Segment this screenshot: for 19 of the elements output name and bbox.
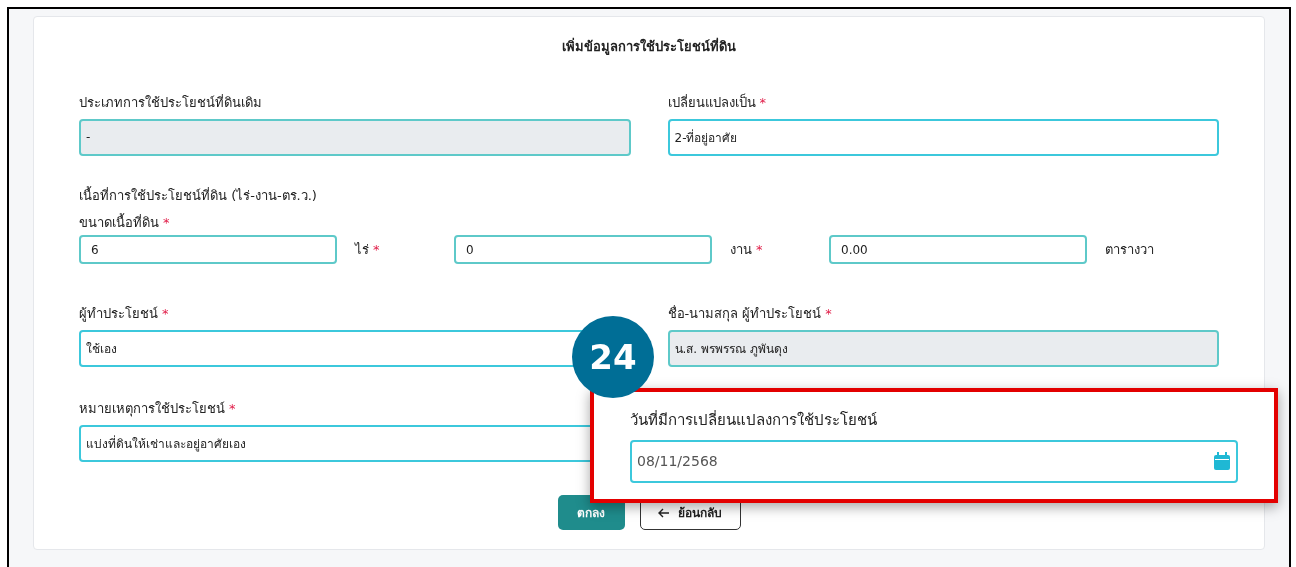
required-mark: *: [229, 400, 236, 419]
field-label: วันที่มีการเปลี่ยนแปลงการใช้ประโยชน์: [630, 409, 878, 431]
required-mark: *: [825, 305, 832, 324]
required-mark: *: [756, 240, 763, 259]
section-heading: เนื้อที่การใช้ประโยชน์ที่ดิน (ไร่-งาน-ตร.ว.): [79, 185, 318, 205]
field-label: หมายเหตุการใช้ประโยชน์: [79, 400, 225, 419]
field-label: ชื่อ-นามสกุล ผู้ทำประโยชน์: [667, 304, 822, 324]
form-title: เพิ่มข้อมูลการใช้ประโยชน์ที่ดิน: [562, 37, 736, 57]
unit-label: งาน: [730, 240, 752, 259]
required-mark: *: [162, 305, 169, 324]
field-label: ขนาดเนื้อที่ดิน: [79, 213, 159, 233]
unit-label: ไร่: [355, 240, 369, 259]
field-label: ผู้ทำประโยชน์: [79, 305, 158, 324]
unit-label: ตารางวา: [1105, 240, 1154, 259]
field-label: ประเภทการใช้ประโยชน์ที่ดินเดิม: [79, 93, 262, 112]
field-label: เปลี่ยนแปลงเป็น: [667, 92, 756, 112]
required-mark: *: [163, 214, 170, 233]
required-mark: *: [759, 93, 766, 112]
required-mark: *: [373, 240, 380, 259]
